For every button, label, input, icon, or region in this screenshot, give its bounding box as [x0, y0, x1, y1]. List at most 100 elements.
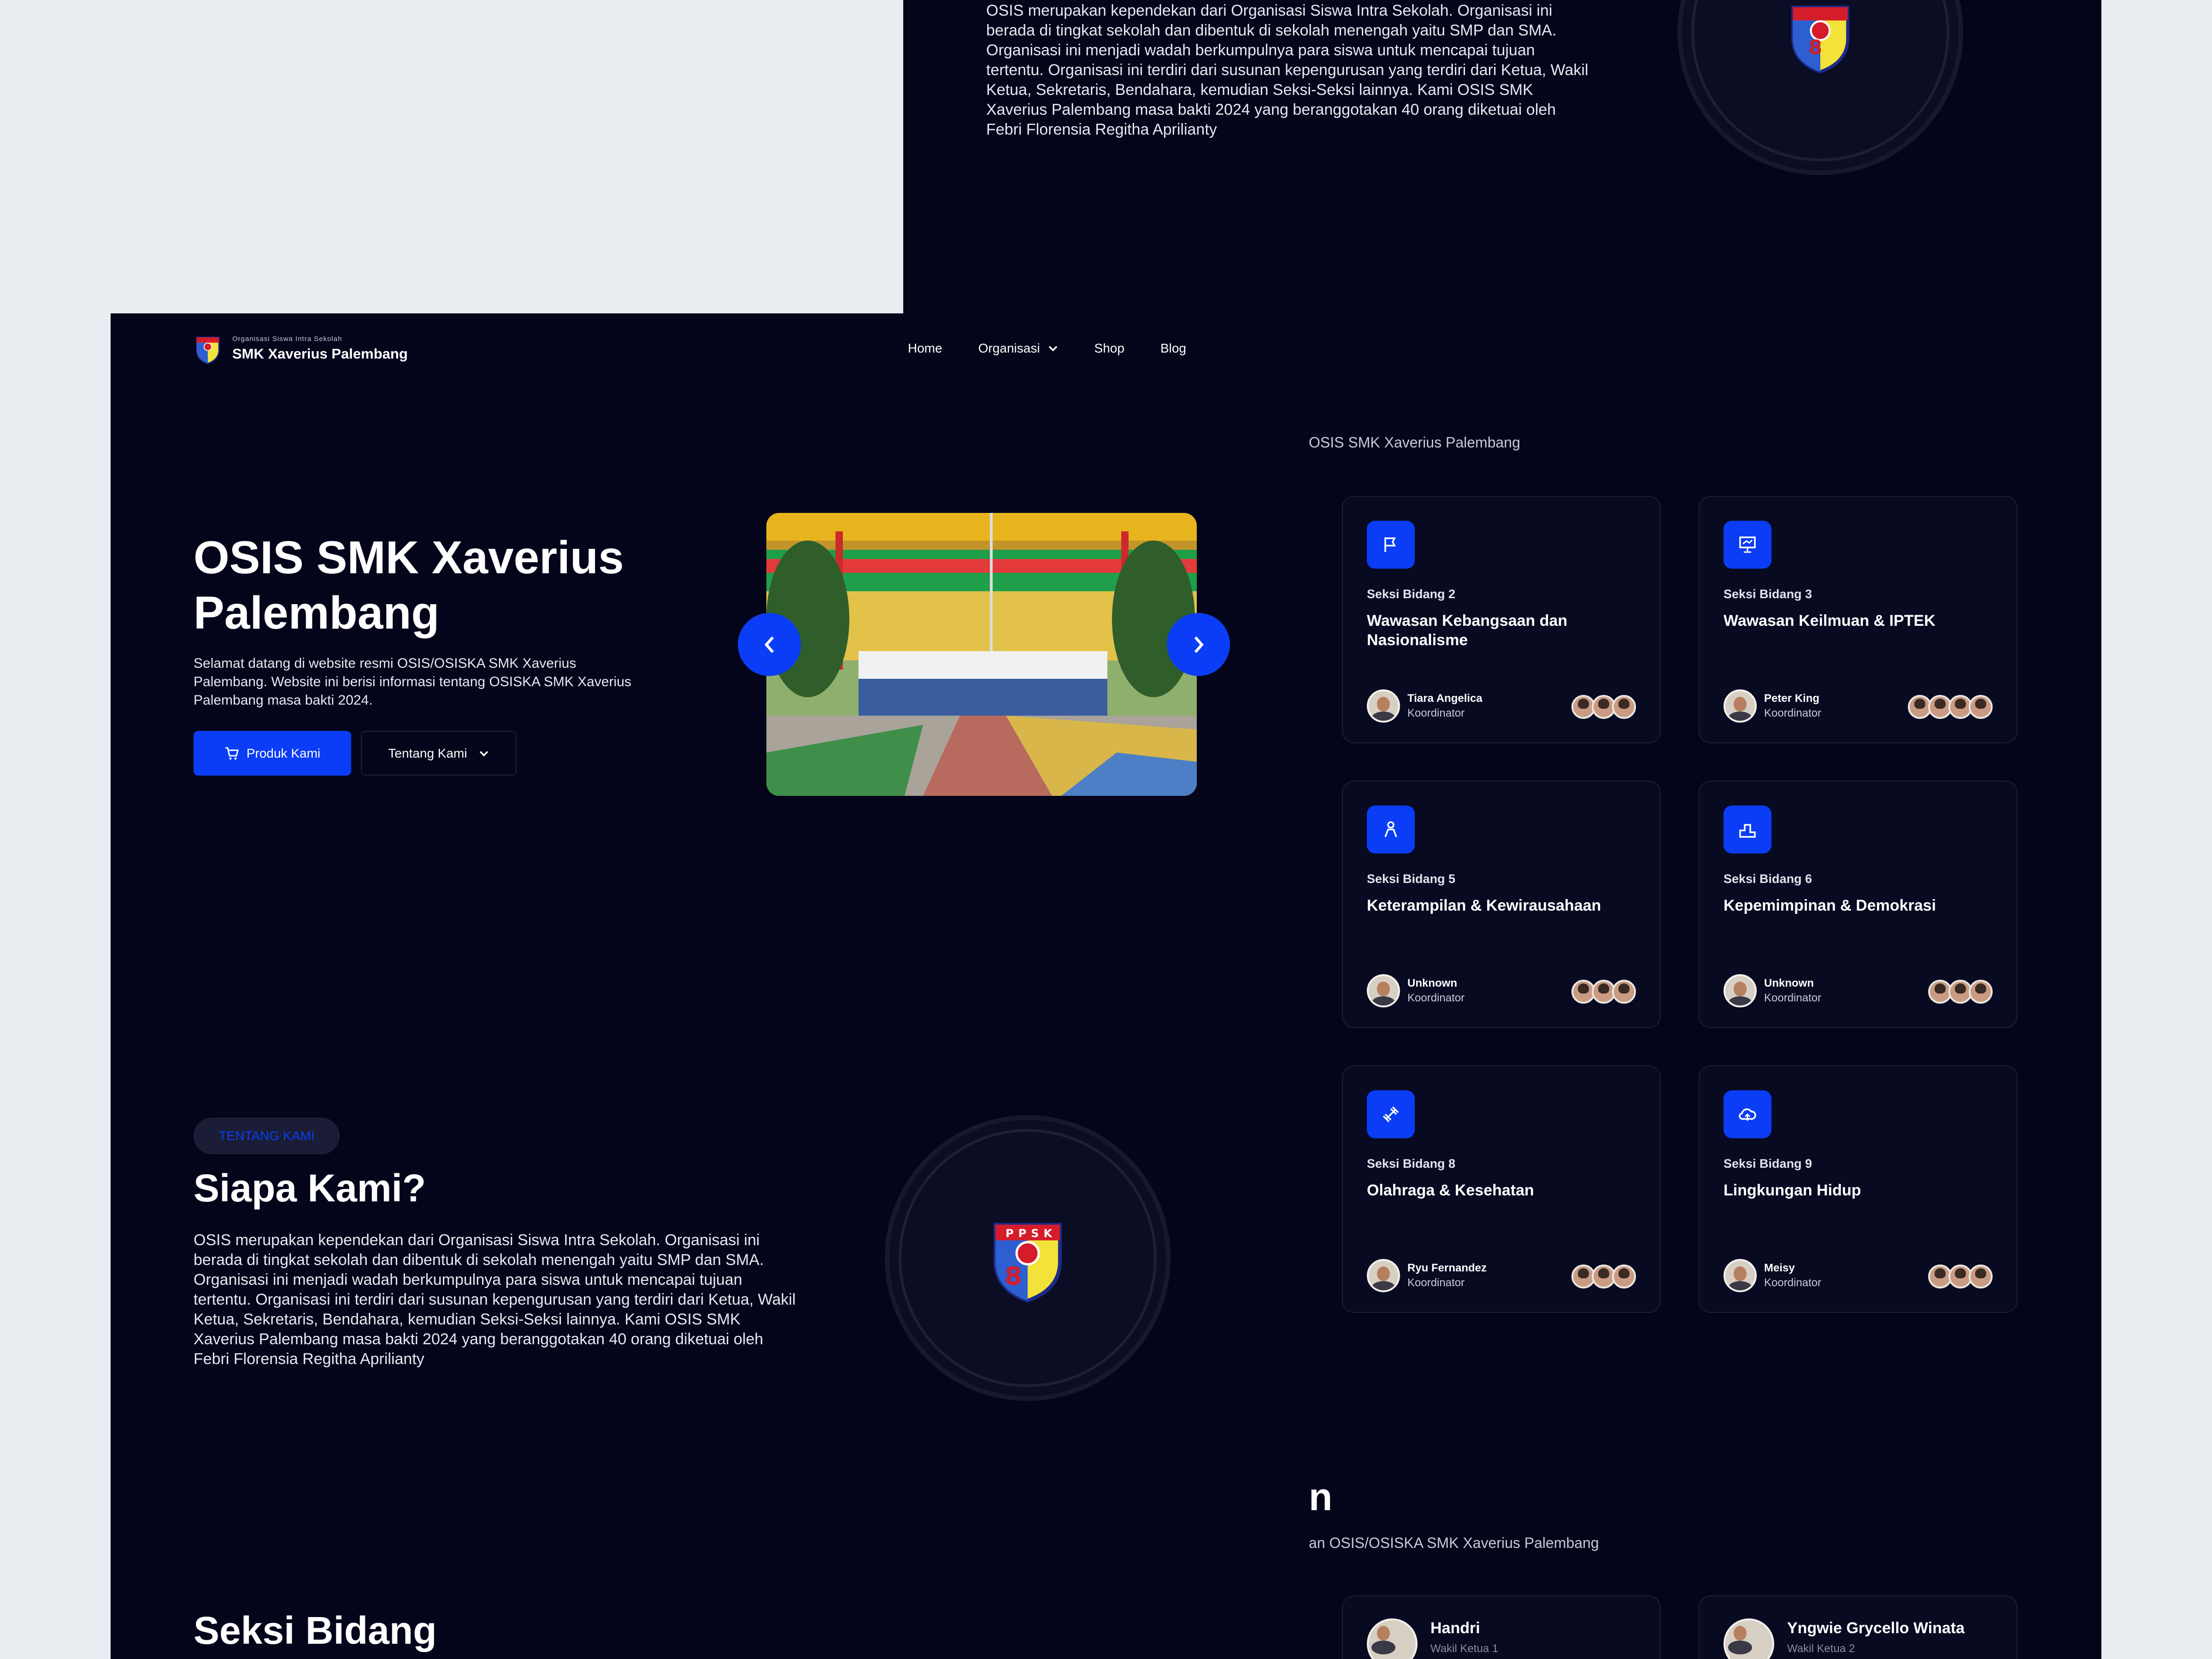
dumbbell-icon	[1382, 1106, 1399, 1123]
coordinator: Meisy Koordinator	[1724, 1259, 1821, 1292]
member-avatar	[1969, 980, 1993, 1004]
hero-photo	[766, 513, 1197, 796]
seksi-icon-badge	[1367, 521, 1415, 569]
brand-logo-link[interactable]: Organisasi Siswa Intra Sekolah SMK Xaver…	[194, 332, 408, 365]
avatar	[1724, 974, 1757, 1007]
coordinator: Unknown Koordinator	[1724, 974, 1821, 1007]
person-card[interactable]: Yngwie Grycello Winata Wakil Ketua 2	[1699, 1595, 2018, 1659]
hero-title: OSIS SMK Xaverius Palembang	[194, 532, 624, 639]
brand-tagline: Organisasi Siswa Intra Sekolah	[232, 335, 342, 343]
coordinator-name: Ryu Fernandez	[1407, 1262, 1487, 1274]
coordinator: Unknown Koordinator	[1367, 974, 1465, 1007]
seksi-card[interactable]: Seksi Bidang 9 Lingkungan Hidup Meisy Koord…	[1699, 1065, 2018, 1313]
seksi-card[interactable]: Seksi Bidang 5 Keterampilan & Kewirausaha…	[1342, 781, 1661, 1028]
carousel-next-button[interactable]	[1167, 613, 1230, 676]
member-avatar	[1969, 695, 1993, 719]
coordinator-role: Koordinator	[1764, 992, 1822, 1004]
podium-icon	[1739, 824, 1756, 838]
avatar	[1367, 1618, 1418, 1659]
coordinator-role: Koordinator	[1407, 707, 1465, 719]
seksi-number: Seksi Bidang 6	[1724, 872, 1812, 886]
pengurus-title: n	[1309, 1475, 1333, 1518]
person-role: Wakil Ketua 2	[1787, 1642, 1855, 1655]
member-avatar	[1612, 1265, 1636, 1288]
coordinator-name: Unknown	[1407, 977, 1457, 989]
about-title: Siapa Kami?	[194, 1166, 426, 1210]
avatar	[1367, 974, 1400, 1007]
coordinator-name: Peter King	[1764, 692, 1820, 705]
coordinator-name: Meisy	[1764, 1262, 1795, 1274]
svg-text:8: 8	[1005, 1262, 1022, 1291]
person-role: Wakil Ketua 1	[1430, 1642, 1499, 1655]
tentang-kami-dropdown[interactable]: Tentang Kami	[361, 731, 517, 776]
tentang-kami-pill: TENTANG KAMI	[194, 1118, 340, 1154]
seksi-title: Lingkungan Hidup	[1724, 1182, 1861, 1199]
coordinator-name: Unknown	[1764, 977, 1814, 989]
svg-text:8: 8	[1809, 37, 1823, 59]
avatar	[1724, 1618, 1774, 1659]
nav-shop[interactable]: Shop	[1094, 341, 1124, 356]
produk-kami-button[interactable]: Produk Kami	[194, 731, 351, 776]
presentation-icon	[1739, 536, 1756, 553]
produk-kami-label: Produk Kami	[246, 746, 321, 760]
seksi-card[interactable]: Seksi Bidang 8 Olahraga & Kesehatan Ryu Fe…	[1342, 1065, 1661, 1313]
seksi-icon-badge	[1367, 1090, 1415, 1138]
school-crest-icon	[196, 336, 220, 365]
person-card[interactable]: Handri Wakil Ketua 1	[1342, 1595, 1661, 1659]
seksi-title: Seksi Bidang	[194, 1609, 437, 1652]
seksi-card[interactable]: Seksi Bidang 2 Wawasan Kebangsaan dan Nas…	[1342, 496, 1661, 743]
nav-blog[interactable]: Blog	[1160, 341, 1186, 356]
seksi-icon-badge	[1724, 521, 1771, 569]
coordinator-role: Koordinator	[1764, 1277, 1822, 1289]
seksi-title: Wawasan Keilmuan & IPTEK	[1724, 612, 1936, 629]
member-avatar-stack	[1928, 980, 1993, 1004]
flag-icon	[1384, 537, 1396, 552]
seksi-subtitle: OSIS SMK Xaverius Palembang	[1309, 434, 1520, 451]
person-name: Handri	[1430, 1619, 1480, 1637]
cloud-icon	[1739, 1108, 1756, 1121]
seksi-card[interactable]: Seksi Bidang 6 Kepemimpinan & Demokrasi Un…	[1699, 781, 2018, 1028]
member-avatar	[1969, 1265, 1993, 1288]
cart-icon	[225, 747, 239, 759]
main-page: Organisasi Siswa Intra Sekolah SMK Xaver…	[111, 313, 2101, 1659]
chevron-down-icon	[479, 751, 488, 756]
nav-organisasi[interactable]: Organisasi	[978, 341, 1059, 356]
member-avatar	[1612, 695, 1636, 719]
about-paragraph: OSIS merupakan kependekan dari Organisas…	[194, 1231, 796, 1368]
seksi-number: Seksi Bidang 2	[1367, 587, 1456, 601]
nav-home[interactable]: Home	[908, 341, 942, 356]
seksi-number: Seksi Bidang 3	[1724, 587, 1812, 601]
chevron-right-icon	[1194, 636, 1204, 653]
coordinator-name: Tiara Angelica	[1407, 692, 1483, 705]
school-group-photo	[766, 513, 1197, 796]
carousel-prev-button[interactable]	[738, 613, 801, 676]
coordinator: Tiara Angelica Koordinator	[1367, 689, 1483, 723]
coordinator-role: Koordinator	[1764, 707, 1822, 719]
seksi-number: Seksi Bidang 5	[1367, 872, 1456, 886]
about-paragraph: OSIS merupakan kependekan dari Organisas…	[986, 2, 1588, 138]
seksi-number: Seksi Bidang 9	[1724, 1157, 1812, 1171]
avatar	[1724, 1259, 1757, 1292]
seksi-title: Wawasan Kebangsaan dan Nasionalisme	[1367, 612, 1568, 649]
coordinator: Peter King Koordinator	[1724, 689, 1821, 723]
coordinator: Ryu Fernandez Koordinator	[1367, 1259, 1487, 1292]
member-avatar-stack	[1571, 695, 1636, 719]
seksi-number: Seksi Bidang 8	[1367, 1157, 1456, 1171]
seksi-icon-badge	[1724, 806, 1771, 853]
member-avatar	[1612, 980, 1636, 1004]
member-avatar-stack	[1571, 980, 1636, 1004]
avatar	[1367, 1259, 1400, 1292]
pengurus-subtitle: an OSIS/OSISKA SMK Xaverius Palembang	[1309, 1535, 1599, 1551]
member-avatar-stack	[1571, 1265, 1636, 1288]
school-crest-icon: 8	[1791, 6, 1849, 74]
tentang-kami-label: Tentang Kami	[388, 746, 467, 760]
member-avatar-stack	[1908, 695, 1993, 719]
seksi-card[interactable]: Seksi Bidang 3 Wawasan Keilmuan & IPTEK Pe…	[1699, 496, 2018, 743]
coordinator-role: Koordinator	[1407, 1277, 1465, 1289]
hero-description: Selamat datang di website resmi OSIS/OSI…	[194, 656, 631, 708]
avatar	[1724, 689, 1757, 723]
avatar	[1367, 689, 1400, 723]
main-nav: Home Organisasi Shop Blog	[908, 341, 1186, 356]
crest-lettering: PPSK	[1006, 1227, 1057, 1240]
brand-name: SMK Xaverius Palembang	[232, 345, 408, 362]
